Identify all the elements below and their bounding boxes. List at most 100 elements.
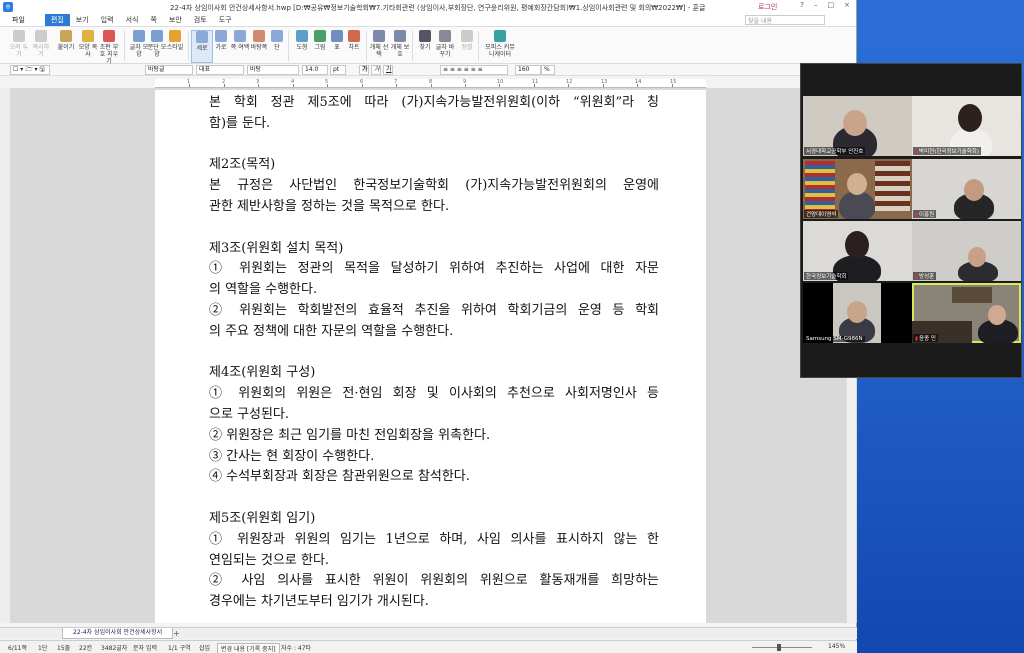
style-button[interactable]: 스타일 — [164, 30, 186, 51]
cut-button[interactable]: 오려 두기 — [8, 30, 30, 58]
ruler-number: 5 — [325, 79, 329, 85]
style-icon — [169, 30, 181, 42]
login-button[interactable]: 로그인 — [758, 2, 777, 12]
participant-name: 서경대학교공학부 안진호 — [804, 147, 866, 155]
replace-label: 글자 바꾸기 — [435, 44, 455, 58]
menu-security[interactable]: 보안 — [163, 15, 188, 25]
select-object-button[interactable]: 개체 선택 — [368, 30, 390, 58]
video-tile[interactable]: ▮박미현(한국정보기술학회) — [912, 96, 1021, 156]
menu-view[interactable]: 보기 — [70, 15, 95, 25]
zoom-slider-track[interactable] — [752, 647, 812, 648]
menu-review[interactable]: 검토 — [188, 15, 213, 25]
participant-name: ▮이홍원 — [913, 210, 937, 218]
replace-button[interactable]: 글자 바꾸기 — [434, 30, 456, 58]
search-input[interactable]: 찾을 내용 — [745, 15, 825, 25]
video-tile[interactable]: ▮윤종 민 — [912, 283, 1021, 343]
close-icon[interactable]: × — [844, 1, 850, 9]
status-input-mode[interactable]: 문자 입력 — [133, 643, 157, 652]
chart-label: 차트 — [348, 44, 360, 51]
doc-line: 으로 구성된다. — [209, 406, 290, 422]
zoom-input[interactable]: 160 — [515, 65, 541, 75]
picture-icon — [314, 30, 326, 42]
chart-button[interactable]: 차트 — [343, 30, 365, 51]
video-tile[interactable]: 건양대이영석 — [803, 159, 912, 219]
font-size-input[interactable]: 14.0 — [302, 65, 328, 75]
zoom-unit: % — [541, 65, 555, 75]
horizontal-ruler[interactable]: 1 2 3 4 5 6 7 8 9 10 11 12 13 14 15 — [155, 79, 706, 88]
status-page[interactable]: 6/11쪽 — [8, 643, 27, 652]
video-tile[interactable]: ▮이홍원 — [912, 159, 1021, 219]
help-icon[interactable]: ? — [800, 1, 804, 9]
doc-line: ④ 수석부회장과 회장은 참관위원으로 참석한다. — [209, 469, 470, 485]
track-changes-status[interactable]: 변경 내용 [기록 중지] — [217, 643, 280, 653]
doc-line: 의 역할을 수행한다. — [209, 282, 318, 298]
clear-marks-label: 조판 부호 지우기 — [99, 44, 119, 65]
doc-line: 본 학회 정관 제5조에 따라 (가)지속가능발전위원회(이하 “위원회”라 칭 — [209, 95, 659, 110]
muted-mic-icon: ▮ — [915, 336, 919, 342]
zoom-slider-knob[interactable] — [777, 644, 781, 651]
clear-marks-button[interactable]: 조판 부호 지우기 — [98, 30, 120, 65]
doc-line: ① 위원회는 정관의 목적을 달성하기 위하여 추진하는 사업에 대한 자문 — [209, 261, 659, 277]
video-tile[interactable]: Samsung SM-G986N — [803, 283, 912, 343]
italic-button[interactable]: 가 — [371, 65, 381, 75]
sort-icon — [461, 30, 473, 42]
picture-label: 그림 — [314, 44, 326, 51]
participant-head — [964, 179, 984, 201]
status-revisions: 자수 : 47타 — [281, 645, 312, 652]
ruler-number: 13 — [601, 79, 608, 85]
font-size-unit[interactable]: pt — [330, 65, 346, 75]
doc-line — [209, 488, 659, 509]
minimize-icon[interactable]: – — [814, 1, 818, 9]
menu-edit[interactable]: 편집 — [44, 14, 70, 26]
master-page-label: 바탕쪽 — [250, 44, 268, 51]
menu-bar: 파일 편집 보기 입력 서식 쪽 보안 검토 도구 찾을 내용 — [0, 14, 856, 26]
copy-icon — [35, 30, 47, 42]
find-button[interactable]: 찾기 — [414, 30, 436, 51]
menu-file[interactable]: 파일 — [12, 15, 25, 25]
paste-button[interactable]: 붙이기 — [55, 30, 77, 51]
status-position: 22칸 — [79, 645, 93, 652]
status-column: 1단 — [38, 645, 48, 652]
menu-tools[interactable]: 도구 — [213, 15, 238, 25]
video-tile[interactable]: 한국정보기술학회 — [803, 221, 912, 281]
maximize-icon[interactable]: □ — [828, 1, 835, 9]
doc-heading: 제2조(목적) — [209, 157, 276, 173]
protect-object-button[interactable]: 개체 보호 — [389, 30, 411, 58]
menu-format[interactable]: 서식 — [120, 15, 145, 25]
ruler-number: 8 — [429, 79, 433, 85]
participant-head — [845, 231, 869, 259]
muted-mic-icon: ▮ — [915, 212, 919, 218]
add-tab-button[interactable]: + — [173, 629, 180, 638]
font-select[interactable]: 바탕 — [247, 65, 299, 75]
menu-insert[interactable]: 입력 — [95, 15, 120, 25]
document-body[interactable]: 본 학회 정관 제5조에 따라 (가)지속가능발전위원회(이하 “위원회”라 칭… — [209, 93, 659, 613]
ruler-number: 12 — [566, 79, 573, 85]
menu-page[interactable]: 쪽 — [144, 15, 162, 25]
hwp-app-icon[interactable]: ㅎ — [3, 2, 13, 12]
column-button[interactable]: 단 — [266, 30, 288, 51]
document-tab-bar: 22-4차 상임이사회 안건상세사항서 + — [0, 627, 857, 639]
ribbon-divider — [478, 31, 479, 61]
video-tile[interactable]: 서경대학교공학부 안진호 — [803, 96, 912, 156]
copy-button[interactable]: 복사하기 — [30, 30, 52, 58]
eraser-icon — [103, 30, 115, 42]
status-chars: 3482글자 — [101, 645, 128, 652]
bold-button[interactable]: 가 — [359, 65, 369, 75]
status-insert[interactable]: 삽입 — [199, 643, 210, 652]
document-tab[interactable]: 22-4차 상임이사회 안건상세사항서 — [62, 628, 174, 639]
language-select[interactable]: 대표 — [196, 65, 244, 75]
copy-label: 복사하기 — [32, 44, 50, 58]
status-zoom[interactable]: 145% — [828, 643, 845, 650]
doc-heading: 제5조(위원회 임기) — [209, 510, 316, 526]
format-painter-button[interactable]: 모양 복사 — [77, 30, 99, 58]
style-select[interactable]: 바탕글 — [145, 65, 193, 75]
master-page-icon — [253, 30, 265, 42]
format-toolbar: ☐ ▾ 🗁 ▾ 🖫 바탕글 대표 바탕 14.0 pt 가 가 가 ≡ ≡ ≡ … — [0, 64, 856, 76]
video-tile[interactable]: ▮방성훈 — [912, 221, 1021, 281]
muted-mic-icon: ▮ — [915, 149, 919, 155]
underline-button[interactable]: 가 — [383, 65, 393, 75]
sort-button[interactable]: 정렬 — [456, 30, 478, 51]
office-communicator-button[interactable]: 모피스 커뮤니케이터 — [484, 30, 516, 58]
alignment-buttons[interactable]: ≡ ≡ ≡ ≡ ≡ ≡ — [440, 65, 508, 75]
quick-tools[interactable]: ☐ ▾ 🗁 ▾ 🖫 — [10, 65, 50, 75]
